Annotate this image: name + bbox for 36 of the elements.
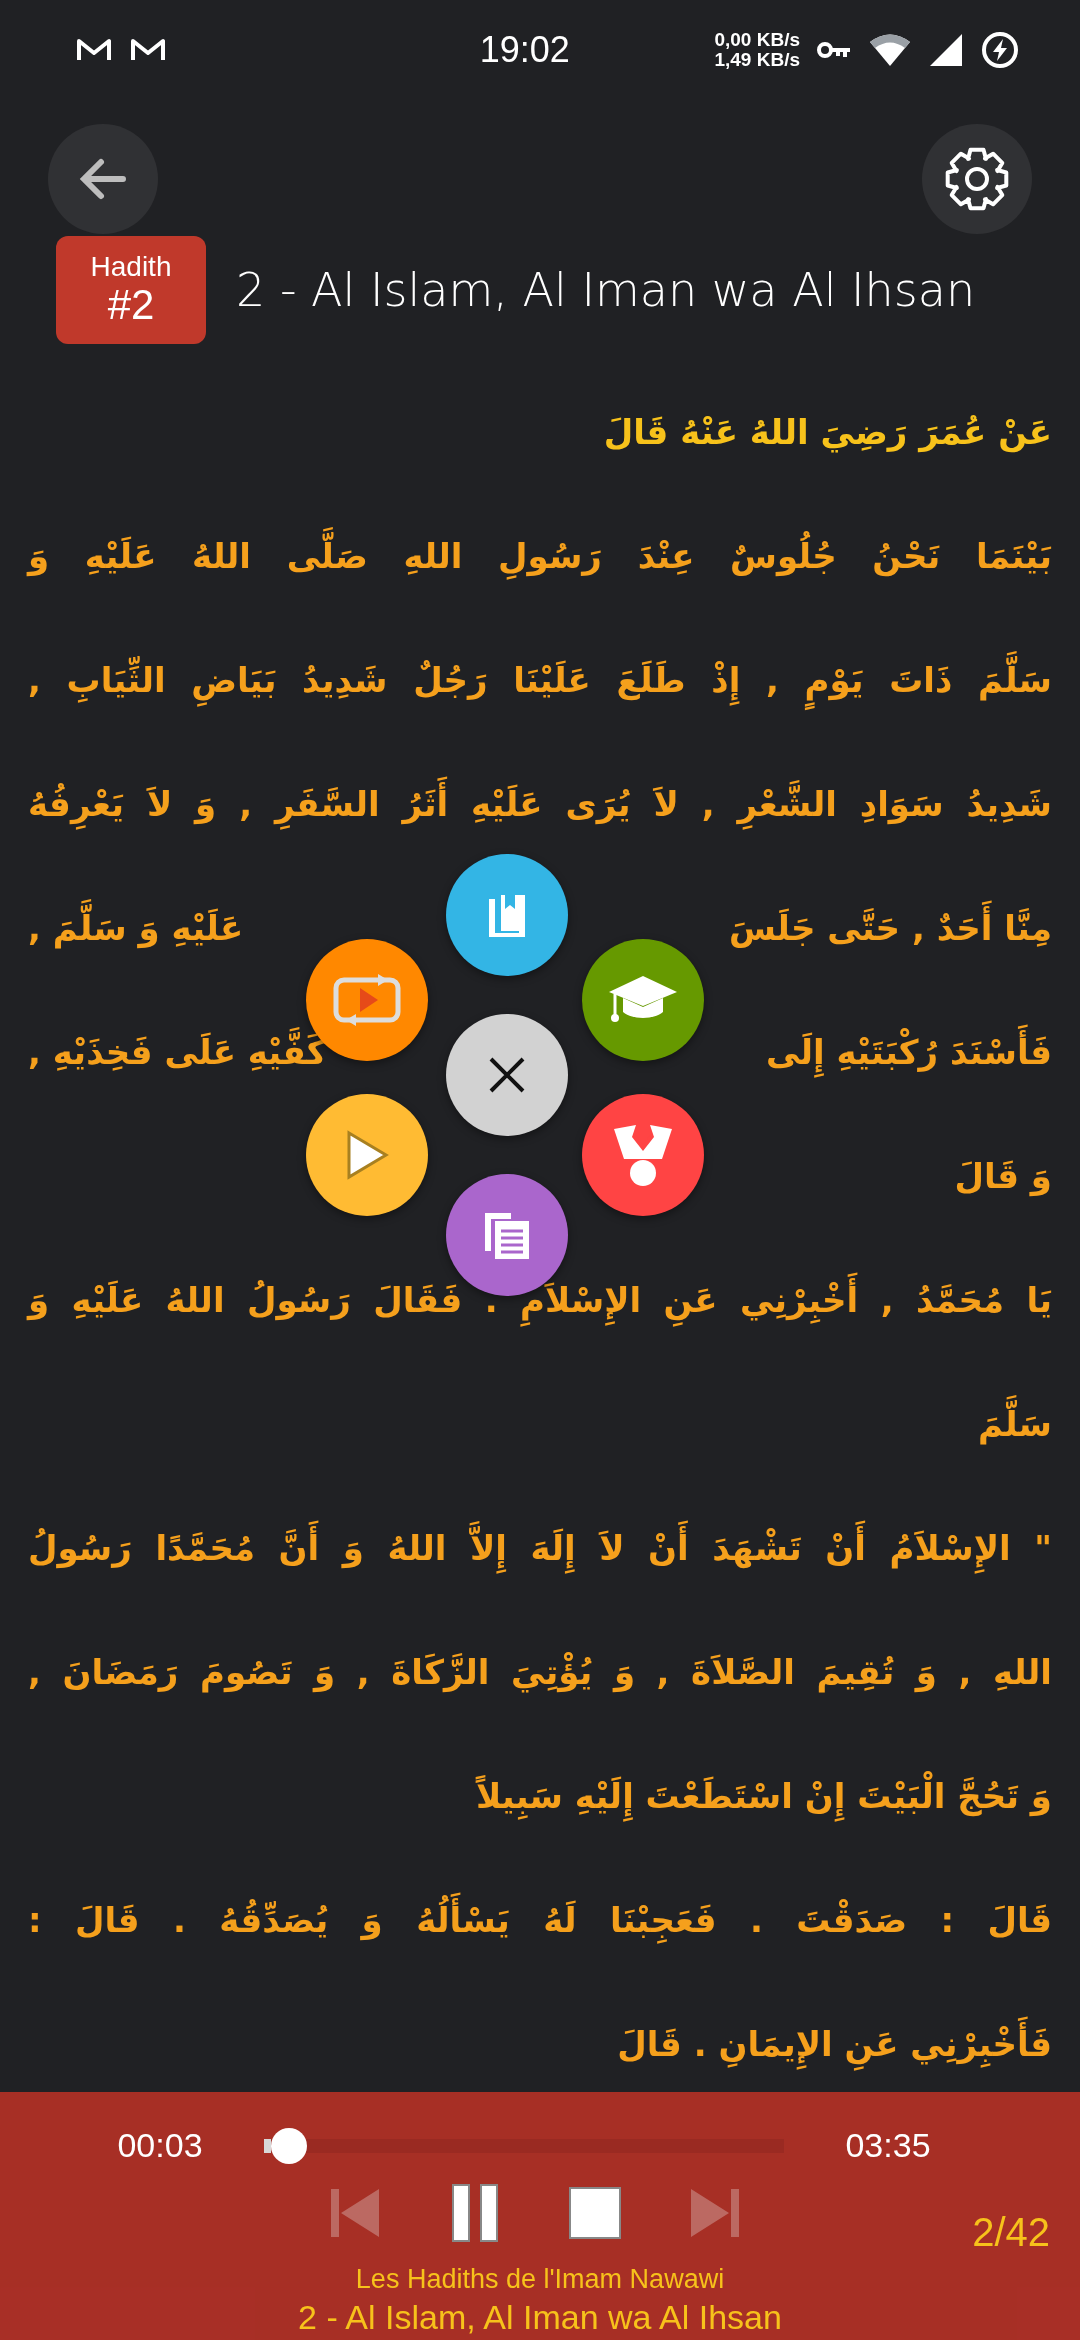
hadith-text-line: وَ قَالَ bbox=[954, 1155, 1052, 1199]
pause-icon bbox=[450, 2182, 500, 2244]
track-title: 2 - Al Islam, Al Iman wa Al Ihsan bbox=[298, 2297, 782, 2339]
hadith-badge: Hadith #2 bbox=[56, 236, 206, 344]
hadith-text-fragment: عَلَيْهِ وَ سَلَّمَ , bbox=[28, 896, 244, 960]
play-icon bbox=[345, 1130, 389, 1180]
hadith-text-fragment: مِنَّا أَحَدٌ , حَتَّى جَلَسَ bbox=[729, 896, 1052, 960]
album-name: Les Hadiths de l'Imam Nawawi bbox=[355, 2263, 725, 2296]
total-time: 03:35 bbox=[844, 2125, 932, 2166]
hadith-text-line: اللهِ , وَ تُقِيمَ الصَّلاَةَ , وَ يُؤْتِيَ الزَّكَاةَ , وَ تَصُومَ رَمَضَانَ , bbox=[28, 1651, 1052, 1695]
narrator-line: عَنْ عُمَرَ رَضِيَ اللهُ عَنْهُ قَالَ bbox=[603, 411, 1052, 455]
clock: 19:02 bbox=[478, 28, 571, 72]
bookmark-icon bbox=[486, 893, 528, 937]
hadith-text-line: بَيْنَمَا نَحْنُ جُلُوسٌ عِنْدَ رَسُولِ اللهِ صَلَّى اللهُ عَلَيْهِ وَ bbox=[28, 524, 1052, 588]
elapsed-time: 00:03 bbox=[116, 2125, 204, 2166]
close-icon bbox=[487, 1055, 527, 1095]
hadith-text-fragment: فَأَسْنَدَ رُكْبَتَيْهِ إِلَى bbox=[765, 1020, 1052, 1084]
battery-saver-icon bbox=[980, 30, 1020, 70]
hadith-title: 2 - Al Islam, Al Iman wa Al Ihsan bbox=[236, 263, 976, 317]
hadith-text-line: قَالَ : صَدَقْتَ . فَعَجِبْنَا لَهُ يَسْأَلُهُ وَ يُصَدِّقُهُ . قَالَ : bbox=[28, 1888, 1052, 1952]
hadith-text-fragment: كَفَّيْهِ عَلَى فَخِذَيْهِ , bbox=[28, 1020, 327, 1084]
hadith-text-line: وَ تَحُجَّ الْبَيْتَ إِنْ اسْتَطَعْتَ إِلَيْهِ سَبِيلاً bbox=[476, 1764, 1052, 1828]
mail-icon bbox=[129, 37, 167, 63]
hadith-text-line: سَلَّمَ bbox=[978, 1392, 1052, 1456]
hadith-text-line: فَأَخْبِرْنِي عَنِ الإِيمَانِ . قَالَ bbox=[617, 2012, 1052, 2076]
hadith-text-line: " الإِسْلاَمُ أَنْ تَشْهَدَ أَنْ لاَ إِلَهَ إِلاَّ اللهُ وَ أَنَّ مُحَمَّدًا رَسُولُ bbox=[28, 1516, 1052, 1580]
mail-icon bbox=[75, 37, 113, 63]
hadith-text-line: سَلَّمَ ذَاتَ يَوْمٍ , إِذْ طَلَعَ عَلَيْنَا رَجُلٌ شَدِيدُ بَيَاضِ الثِّيَابِ , bbox=[28, 648, 1052, 712]
signal-icon bbox=[928, 33, 964, 67]
hadith-text-line: شَدِيدُ سَوَادِ الشَّعْرِ , لاَ يُرَى عَلَيْهِ أَثَرُ السَّفَرِ , وَ لاَ يَعْرِفُهُ bbox=[28, 772, 1052, 836]
track-counter: 2/42 bbox=[972, 2209, 1050, 2256]
hadith-text-line: يَا مُحَمَّدُ , أَخْبِرْنِي عَنِ الإِسْلاَمِ . فَقَالَ رَسُولُ اللهُ عَلَيْهِ وَ bbox=[28, 1268, 1052, 1332]
stop-icon bbox=[567, 2185, 623, 2241]
wifi-icon bbox=[868, 33, 912, 67]
key-icon bbox=[816, 40, 852, 60]
network-speed: 0,00 KB/s 1,49 KB/s bbox=[714, 30, 800, 70]
